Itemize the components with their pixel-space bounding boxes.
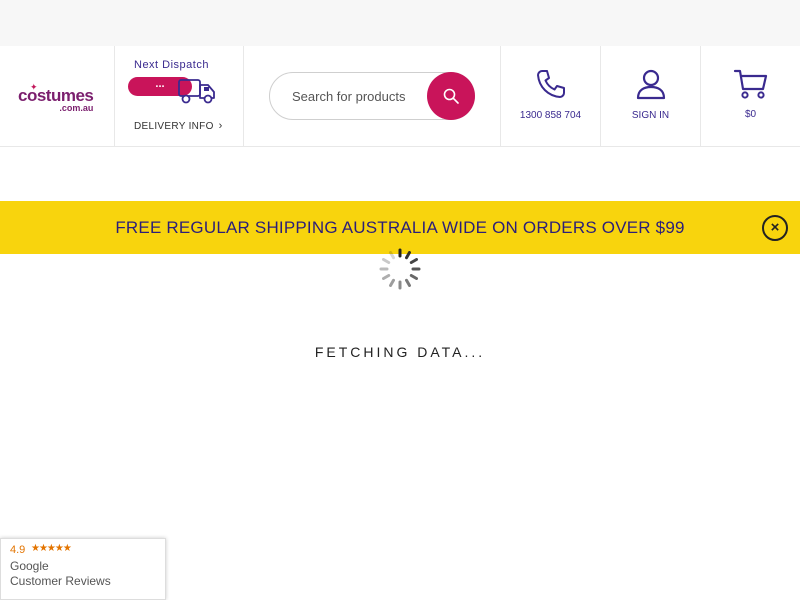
top-strip: [0, 0, 800, 46]
chevron-right-icon: ›: [218, 120, 223, 132]
phone-number: 1300 858 704: [519, 110, 582, 121]
user-icon: [636, 69, 665, 100]
loading-spinner-icon: [379, 248, 421, 290]
search-icon: [443, 88, 459, 104]
review-provider: Google: [10, 559, 49, 573]
dispatch-title: Next Dispatch: [134, 59, 209, 71]
truck-icon: [178, 79, 215, 104]
delivery-info-link[interactable]: DELIVERY INFO ›: [134, 120, 223, 132]
sign-in-label: SIGN IN: [631, 110, 670, 121]
review-label: Customer Reviews: [10, 574, 111, 588]
star-rating-icon: ★★★★★: [31, 543, 72, 554]
logo-domain: .com.au: [59, 103, 94, 113]
cart-link[interactable]: $0: [701, 46, 800, 146]
banner-close-button[interactable]: ×: [762, 215, 788, 241]
site-header: ✦ costumes .com.au Next Dispatch ... DEL…: [0, 46, 800, 147]
search-button[interactable]: [427, 72, 475, 120]
cart-total: $0: [744, 109, 757, 120]
search-cell: [244, 46, 501, 146]
dispatch-widget: Next Dispatch ... DELIVERY INFO ›: [115, 46, 244, 146]
shipping-banner-text: FREE REGULAR SHIPPING AUSTRALIA WIDE ON …: [115, 218, 685, 237]
search-input[interactable]: [292, 84, 432, 108]
sign-in-link[interactable]: SIGN IN: [601, 46, 701, 146]
site-logo[interactable]: ✦ costumes .com.au: [18, 82, 94, 113]
close-icon: ×: [770, 219, 780, 236]
logo-cell: ✦ costumes .com.au: [0, 46, 115, 146]
google-reviews-badge[interactable]: 4.9 ★★★★★ Google Customer Reviews: [0, 538, 166, 600]
logo-mark-icon: ✦: [30, 82, 38, 92]
phone-link[interactable]: 1300 858 704: [501, 46, 601, 146]
cart-icon: [733, 69, 767, 99]
loading-status-text: FETCHING DATA...: [314, 344, 486, 360]
review-rating: 4.9: [10, 544, 26, 556]
phone-icon: [536, 70, 565, 98]
delivery-info-label: DELIVERY INFO: [134, 121, 214, 132]
